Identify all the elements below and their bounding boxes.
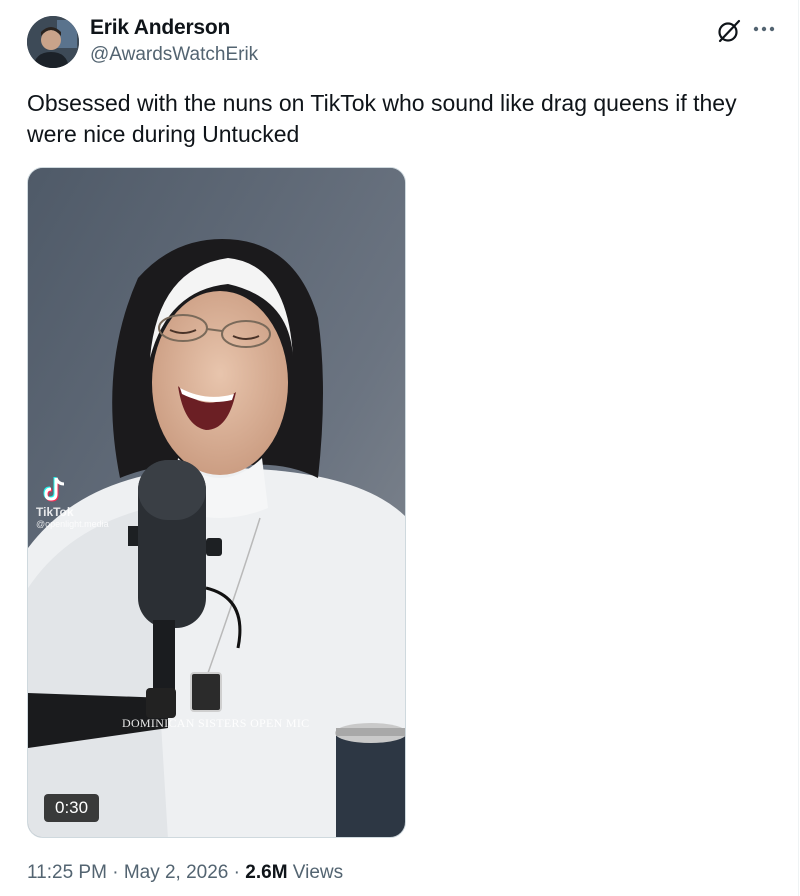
tiktok-watermark-handle: @openlight.media [36,519,109,529]
views-count[interactable]: 2.6M [245,862,287,883]
more-dots-icon[interactable] [752,22,776,36]
author-handle[interactable]: @AwardsWatchErik [90,44,258,66]
avatar[interactable] [27,16,79,68]
views-label: Views [287,862,344,883]
tweet-card: Erik Anderson @AwardsWatchErik Obsessed … [0,0,799,896]
meta-separator: · [228,862,246,883]
video-thumbnail [28,168,405,837]
tweet-time[interactable]: 11:25 PM [27,862,107,883]
tweet-date[interactable]: May 2, 2026 [124,862,229,883]
video-caption-overlay: DOMINICAN SISTERS OPEN MIC [122,716,310,730]
video-duration-badge: 0:30 [44,794,100,822]
tweet-meta: 11:25 PM · May 2, 2026 · 2.6M Views [27,862,343,884]
grok-icon[interactable] [716,18,742,44]
meta-separator: · [106,862,124,883]
video-player[interactable]: TikTok @openlight.media DOMINICAN SISTER… [27,167,406,838]
tiktok-logo-icon [43,477,65,502]
tiktok-watermark-brand: TikTok [36,505,74,519]
tweet-text: Obsessed with the nuns on TikTok who sou… [27,90,743,147]
author-name[interactable]: Erik Anderson [90,16,230,40]
